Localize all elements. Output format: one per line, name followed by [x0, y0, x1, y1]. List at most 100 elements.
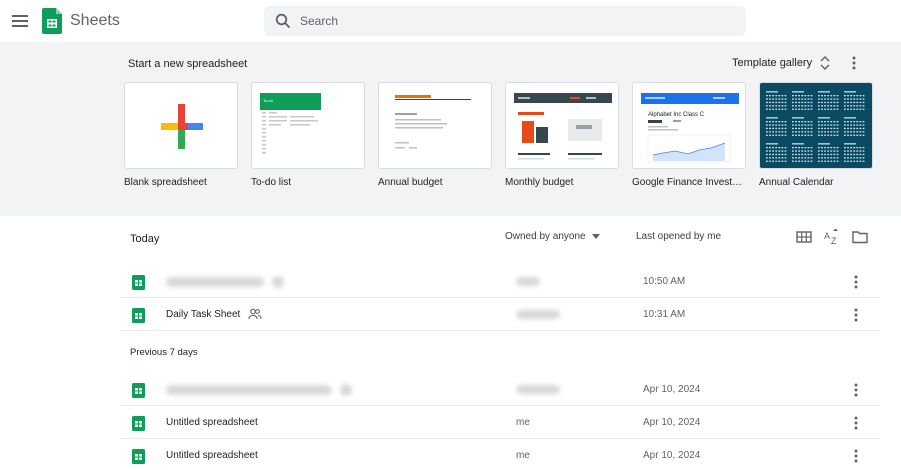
calendar-day-cell	[859, 101, 862, 104]
calendar-day-cell	[859, 150, 862, 152]
menu-icon	[12, 15, 28, 27]
calendar-day-cell	[792, 105, 794, 107]
calendar-day-cell	[801, 105, 804, 107]
calendar-day-cell	[804, 134, 807, 136]
search-bar[interactable]	[264, 6, 746, 36]
calendar-day-cell	[801, 101, 804, 104]
calendar-day-cell	[821, 147, 823, 149]
app-name[interactable]: Sheets	[70, 12, 120, 30]
calendar-day-cell	[798, 127, 800, 130]
calendar-day-cell	[827, 105, 830, 107]
calendar-day-cell	[844, 95, 846, 97]
calendar-day-cell	[862, 124, 865, 126]
calendar-month-header	[818, 91, 830, 93]
file-row[interactable]: 10:50 AM	[120, 266, 880, 298]
svg-text:A: A	[824, 231, 830, 241]
file-row[interactable]: Daily Task Sheet 10:31 AM	[120, 299, 880, 331]
calendar-day-cell	[844, 124, 846, 126]
calendar-day-cell	[850, 108, 852, 110]
template-thumbnail[interactable]: Alphabet Inc Class C	[632, 82, 746, 169]
more-vert-icon[interactable]	[848, 382, 864, 398]
calendar-day-cell	[778, 105, 781, 107]
more-vert-icon[interactable]	[848, 307, 864, 323]
calendar-day-cell	[827, 157, 830, 159]
calendar-day-cell	[769, 95, 771, 97]
calendar-day-cell	[810, 160, 813, 162]
calendar-day-cell	[778, 147, 781, 149]
calendar-day-cell	[821, 101, 823, 104]
calendar-day-cell	[818, 134, 820, 136]
file-row[interactable]: Apr 10, 2024	[120, 374, 880, 406]
calendar-day-cell	[824, 157, 826, 159]
calendar-day-cell	[853, 98, 856, 100]
template-thumbnail[interactable]	[124, 82, 238, 169]
calendar-day-cell	[827, 124, 830, 126]
calendar-day-cell	[775, 98, 778, 100]
template-google-finance[interactable]: Alphabet Inc Class C Google Finance Inve…	[632, 82, 746, 188]
calendar-day-cell	[810, 108, 813, 110]
sheets-logo-icon[interactable]	[42, 8, 62, 34]
calendar-day-cell	[836, 160, 839, 162]
calendar-day-cell	[804, 108, 807, 110]
template-thumbnail[interactable]	[378, 82, 492, 169]
template-thumbnail[interactable]: To-do	[251, 82, 365, 169]
calendar-day-cell	[807, 157, 810, 159]
calendar-day-cell	[862, 95, 865, 97]
calendar-day-cell	[795, 157, 797, 159]
template-monthly-budget[interactable]: Monthly budget	[505, 82, 619, 188]
calendar-day-cell	[798, 101, 800, 104]
calendar-day-cell	[818, 127, 820, 130]
calendar-day-cell	[821, 153, 823, 156]
template-blank[interactable]: Blank spreadsheet	[124, 82, 238, 188]
template-annual-budget[interactable]: Annual budget	[378, 82, 492, 188]
calendar-day-cell	[850, 157, 852, 159]
more-vert-icon[interactable]	[848, 448, 864, 464]
calendar-day-cell	[784, 105, 787, 107]
template-thumbnail[interactable]	[759, 82, 873, 169]
folder-icon[interactable]	[851, 228, 869, 246]
more-vert-icon[interactable]	[848, 274, 864, 290]
calendar-day-cell	[792, 147, 794, 149]
file-row[interactable]: Untitled spreadsheet me Apr 10, 2024	[120, 440, 880, 470]
calendar-day-cell	[853, 108, 856, 110]
svg-text:Z: Z	[831, 236, 837, 246]
sort-order-button[interactable]: Last opened by me	[636, 231, 721, 242]
more-vert-icon[interactable]	[846, 55, 862, 71]
calendar-day-cell	[792, 150, 794, 152]
template-annual-calendar[interactable]: Annual Calendar	[759, 82, 873, 188]
more-vert-icon[interactable]	[848, 415, 864, 431]
calendar-day-cell	[807, 98, 810, 100]
main-menu-button[interactable]	[8, 9, 32, 33]
calendar-day-cell	[856, 108, 859, 110]
template-thumbnail[interactable]	[505, 82, 619, 169]
search-icon[interactable]	[275, 13, 291, 29]
calendar-day-cell	[844, 147, 846, 149]
search-input[interactable]	[300, 6, 730, 36]
calendar-day-cell	[807, 121, 810, 123]
calendar-day-cell	[784, 124, 787, 126]
calendar-day-cell	[850, 150, 852, 152]
calendar-day-cell	[830, 160, 833, 162]
template-todo[interactable]: To-do To-do list	[251, 82, 365, 188]
calendar-day-cell	[833, 131, 836, 133]
calendar-day-cell	[784, 98, 787, 100]
calendar-day-cell	[769, 147, 771, 149]
file-row[interactable]: Untitled spreadsheet me Apr 10, 2024	[120, 407, 880, 439]
calendar-month-header	[766, 91, 778, 93]
calendar-day-cell	[862, 153, 865, 156]
calendar-day-cell	[847, 127, 849, 130]
grid-view-icon[interactable]	[795, 228, 813, 246]
calendar-day-cell	[862, 150, 865, 152]
calendar-day-cell	[850, 153, 852, 156]
blurred-file-name	[166, 277, 264, 287]
owner-filter-dropdown[interactable]: Owned by anyone	[505, 231, 600, 242]
calendar-day-cell	[836, 147, 839, 149]
calendar-day-cell	[778, 101, 781, 104]
template-gallery-button[interactable]: Template gallery	[732, 56, 830, 70]
calendar-day-cell	[856, 127, 859, 130]
calendar-day-cell	[772, 131, 774, 133]
calendar-day-cell	[847, 105, 849, 107]
calendar-day-cell	[818, 150, 820, 152]
calendar-day-cell	[833, 147, 836, 149]
sort-az-icon[interactable]: A Z	[823, 228, 841, 246]
